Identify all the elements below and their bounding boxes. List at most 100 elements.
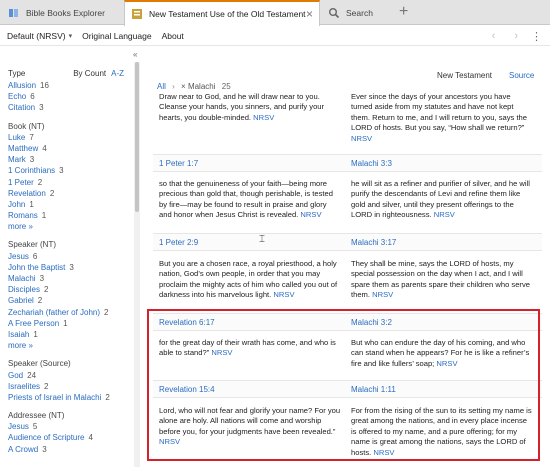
tab-bible-books-explorer[interactable]: Bible Books Explorer [2, 0, 122, 25]
nrsv-link[interactable]: NRSV [211, 348, 232, 357]
filter-item[interactable]: Priests of Israel in Malachi 2 [8, 392, 130, 403]
tab-label: New Testament Use of the Old Testament [149, 9, 306, 19]
back-forward-arrows[interactable]: ‹ › [492, 30, 526, 42]
filter-item[interactable]: John 1 [8, 199, 130, 210]
nt-reference-link[interactable]: 1 Peter 2:9 [159, 238, 198, 247]
filter-item-label: Audience of Scripture [8, 433, 85, 443]
nt-verse-text: Lord, who will not fear and glorify your… [159, 406, 341, 448]
filter-item-count: 24 [27, 370, 37, 380]
filter-item[interactable]: Luke 7 [8, 132, 130, 143]
nrsv-link[interactable]: NRSV [253, 113, 274, 122]
filter-item-label: A Free Person [8, 318, 60, 328]
filter-item[interactable]: Malachi 3 [8, 273, 130, 284]
nt-reference-link[interactable]: Revelation 15:4 [159, 385, 215, 394]
filter-item[interactable]: Isaiah 1 [8, 329, 130, 340]
breadcrumb-all[interactable]: All [157, 82, 166, 91]
filter-item-count: 7 [29, 132, 34, 142]
app-window: Bible Books Explorer New Testament Use o… [0, 0, 550, 467]
filter-item[interactable]: Gabriel 2 [8, 295, 130, 306]
filter-item[interactable]: 1 Corinthians 3 [8, 165, 130, 176]
filter-item-count: 2 [37, 296, 43, 306]
ot-reference-link[interactable]: Malachi 1:11 [351, 385, 396, 394]
column-header-nt[interactable]: New Testament [437, 71, 492, 80]
filter-item[interactable]: Disciples 2 [8, 284, 130, 295]
results-table: Draw near to God, and he will draw near … [153, 93, 542, 467]
filter-item[interactable]: Audience of Scripture 4 [8, 432, 130, 443]
nt-reference-link[interactable]: 1 Peter 1:7 [159, 159, 198, 168]
filter-item-label: John [8, 199, 26, 209]
column-header-source[interactable]: Source [509, 71, 534, 80]
filter-item-label: Mark [8, 155, 26, 165]
filter-item[interactable]: John the Baptist 3 [8, 262, 130, 273]
filter-item[interactable]: Matthew 4 [8, 143, 130, 154]
filter-item-label: A Crowd [8, 444, 39, 454]
nrsv-link[interactable]: NRSV [373, 448, 394, 457]
filter-item[interactable]: Echo 6 [8, 91, 130, 102]
nrsv-link[interactable]: NRSV [372, 290, 393, 299]
about-button[interactable]: About [162, 31, 184, 41]
filter-item[interactable]: Mark 3 [8, 154, 130, 165]
filter-item[interactable]: A Free Person 1 [8, 318, 130, 329]
remove-filter-icon[interactable]: × [181, 82, 186, 91]
filter-item-label: Priests of Israel in Malachi [8, 392, 102, 402]
ot-reference-link[interactable]: Malachi 3:3 [351, 159, 392, 168]
tab-nt-use-ot[interactable]: New Testament Use of the Old Testament × [124, 0, 320, 26]
filter-item-count: 3 [39, 274, 45, 283]
tab-label: Bible Books Explorer [26, 7, 105, 18]
filter-header: Type By Count A-Z [8, 69, 124, 78]
collapse-panel-icon[interactable]: « [133, 50, 137, 59]
bible-books-icon [9, 8, 18, 17]
new-tab-plus-icon[interactable]: + [399, 3, 408, 21]
nt-reference-link[interactable]: Revelation 6:17 [159, 318, 215, 327]
nrsv-link[interactable]: NRSV [273, 290, 294, 299]
sort-by-count[interactable]: By Count [73, 69, 106, 78]
nrsv-link[interactable]: NRSV [351, 134, 372, 143]
tab-search[interactable]: Search [322, 0, 394, 25]
filter-item[interactable]: Jesus 5 [8, 421, 130, 432]
filter-item[interactable]: Israelites 2 [8, 381, 130, 392]
filter-section-heading: Speaker (NT) [8, 240, 57, 250]
more-menu-icon[interactable]: ⋮ [531, 30, 542, 43]
chevron-down-icon: ▾ [68, 32, 73, 40]
filter-item-label: Disciples [8, 285, 41, 295]
filter-item[interactable]: A Crowd 3 [8, 444, 130, 455]
filter-item-count: 1 [41, 211, 47, 221]
breadcrumb-sep: › [172, 82, 175, 91]
filter-item[interactable]: Citation 3 [8, 102, 130, 113]
nrsv-link[interactable]: NRSV [300, 210, 321, 219]
filter-item[interactable]: Romans 1 [8, 210, 130, 221]
ot-reference-link[interactable]: Malachi 3:17 [351, 238, 396, 247]
ot-verse-text: Ever since the days of your ancestors yo… [351, 93, 533, 144]
reference-row: 1 Peter 2:9 Malachi 3:17 [153, 233, 542, 251]
close-icon[interactable]: × [306, 8, 313, 20]
filter-item[interactable]: 1 Peter 2 [8, 177, 130, 188]
filter-item[interactable]: Jesus 6 [8, 251, 130, 262]
nrsv-link[interactable]: NRSV [159, 437, 180, 446]
nrsv-link[interactable]: NRSV [434, 210, 455, 219]
verse-body: But you are a chosen race, a royal pries… [159, 259, 338, 300]
filter-item-label: Gabriel [8, 296, 34, 306]
filter-item-label: Revelation [8, 188, 46, 198]
version-dropdown[interactable]: Default (NRSV) ▾ [7, 31, 72, 41]
reference-row: Revelation 6:17 Malachi 3:2 [153, 313, 542, 331]
filter-item[interactable]: Allusion 16 [8, 80, 130, 91]
filter-item[interactable]: God 24 [8, 370, 130, 381]
filter-item[interactable]: Revelation 2 [8, 188, 130, 199]
scrollbar-thumb[interactable] [135, 62, 139, 212]
filter-item-label: John the Baptist [8, 262, 66, 272]
ot-reference-link[interactable]: Malachi 3:2 [351, 318, 392, 327]
filter-list: Allusion 16 Echo 6 Citation 3 Book (NT) Luke 7 Ma… [8, 80, 130, 455]
filter-item-label: 1 Corinthians [8, 166, 56, 176]
more-link[interactable]: more » [8, 221, 130, 232]
reference-row: Revelation 15:4 Malachi 1:11 [153, 380, 542, 398]
sort-az[interactable]: A-Z [111, 69, 124, 78]
more-link[interactable]: more » [8, 340, 130, 351]
filter-item-count: 1 [33, 329, 38, 339]
filter-item[interactable]: Zechariah (father of John) 2 [8, 307, 130, 318]
search-icon [329, 7, 340, 18]
original-language-button[interactable]: Original Language [82, 31, 151, 41]
filter-item-count: 1 [63, 318, 68, 328]
nrsv-link[interactable]: NRSV [436, 359, 457, 368]
filter-item-label: Zechariah (father of John) [8, 307, 101, 317]
